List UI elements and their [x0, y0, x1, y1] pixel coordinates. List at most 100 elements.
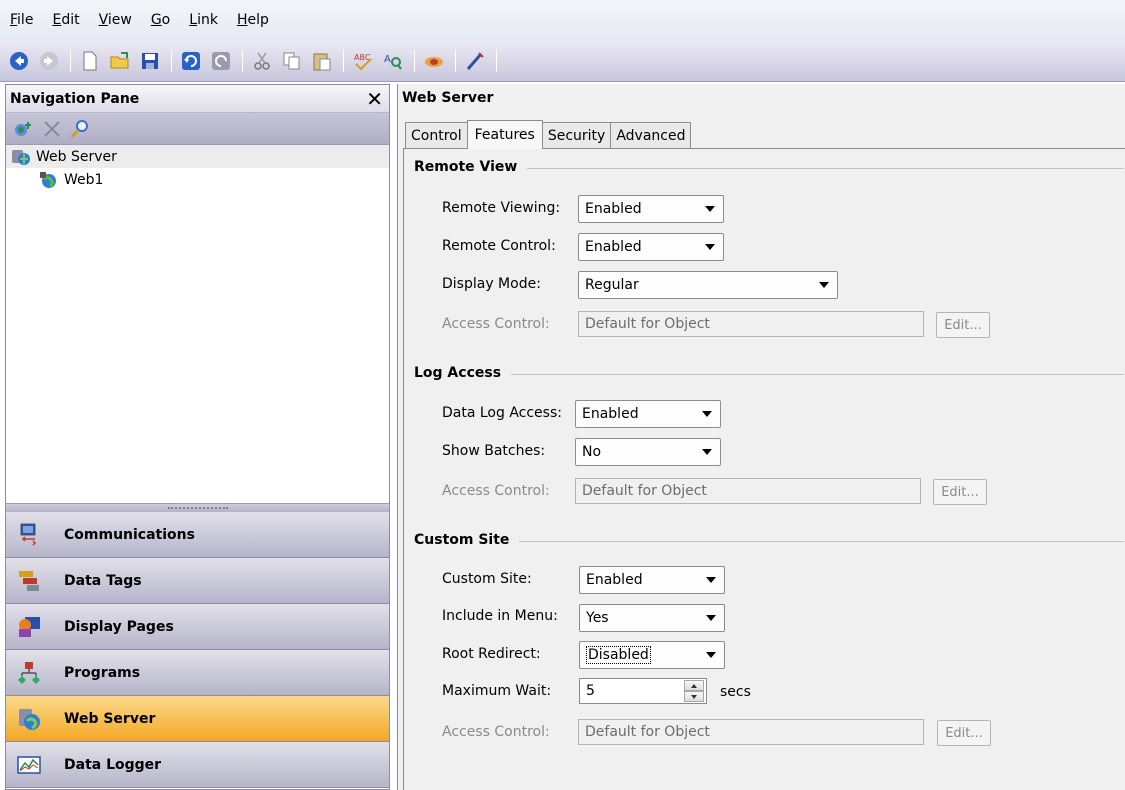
globe-icon	[38, 170, 60, 190]
handshake-icon[interactable]	[423, 50, 445, 72]
tree-item-web-server[interactable]: Web Server	[6, 145, 389, 168]
include-in-menu-label: Include in Menu:	[442, 608, 558, 624]
forward-icon[interactable]	[38, 50, 60, 72]
programs-icon	[16, 660, 42, 686]
access-control-field: Default for Object	[578, 311, 924, 337]
chevron-down-icon	[705, 206, 715, 212]
edit-button[interactable]: Edit...	[936, 312, 990, 338]
toolbar: ABC A	[0, 40, 1125, 82]
spellcheck-icon[interactable]: ABC	[352, 50, 374, 72]
close-icon[interactable]: ✕	[366, 89, 383, 109]
svg-text:A: A	[384, 54, 391, 65]
open-folder-icon[interactable]	[109, 50, 131, 72]
menu-file[interactable]: File	[10, 12, 33, 28]
nav-button-web-server[interactable]: Web Server	[6, 696, 389, 742]
select-value: Enabled	[585, 239, 642, 255]
nav-button-data-tags[interactable]: Data Tags	[6, 558, 389, 604]
maximum-wait-stepper[interactable]: 5	[579, 678, 707, 704]
web-server-icon	[16, 706, 42, 732]
new-file-icon[interactable]	[79, 50, 101, 72]
remote-control-select[interactable]: Enabled	[578, 233, 724, 261]
tree-item-web1[interactable]: Web1	[6, 168, 389, 191]
navigation-pane-header: Navigation Pane ✕	[6, 85, 389, 113]
add-item-icon[interactable]	[12, 118, 36, 140]
toolbar-separator	[455, 49, 456, 72]
pane-title: Web Server	[402, 90, 494, 106]
custom-site-select[interactable]: Enabled	[579, 566, 725, 594]
nav-button-label: Display Pages	[64, 618, 174, 635]
nav-button-communications[interactable]: Communications	[6, 512, 389, 558]
save-icon[interactable]	[139, 50, 161, 72]
back-icon[interactable]	[8, 50, 30, 72]
select-value: Yes	[586, 610, 609, 626]
communications-icon	[16, 522, 42, 548]
section-title-log-access: Log Access	[414, 365, 512, 381]
stepper-buttons	[684, 680, 704, 702]
show-batches-select[interactable]: No	[575, 438, 721, 466]
include-in-menu-select[interactable]: Yes	[579, 604, 725, 632]
nav-button-programs[interactable]: Programs	[6, 650, 389, 696]
section-divider	[424, 541, 1124, 542]
remote-control-label: Remote Control:	[442, 238, 556, 254]
navigation-pane-title: Navigation Pane	[10, 90, 140, 107]
data-logger-icon	[16, 752, 42, 778]
edit-button[interactable]: Edit...	[937, 720, 991, 746]
tab-bar: Control Features Security Advanced	[405, 120, 692, 149]
chevron-down-icon	[706, 652, 716, 658]
nav-button-label: Web Server	[64, 710, 156, 727]
navigation-pane: Navigation Pane ✕ Web Server Web1 Commun…	[5, 84, 390, 790]
menu-help[interactable]: Help	[237, 12, 269, 28]
copy-icon[interactable]	[281, 50, 303, 72]
remote-viewing-select[interactable]: Enabled	[578, 195, 724, 223]
select-value: Enabled	[586, 572, 643, 588]
access-control-field: Default for Object	[578, 719, 924, 745]
navigation-tree: Web Server Web1	[6, 145, 389, 500]
nav-button-display-pages[interactable]: Display Pages	[6, 604, 389, 650]
section-divider	[424, 374, 1124, 375]
tree-item-label: Web Server	[36, 148, 117, 165]
menu-edit[interactable]: Edit	[52, 12, 79, 28]
tab-features[interactable]: Features	[466, 120, 543, 149]
access-control-label: Access Control:	[442, 483, 550, 499]
navigation-buttons: Communications Data Tags Display Pages P…	[6, 512, 389, 788]
edit-button[interactable]: Edit...	[933, 479, 987, 505]
search-icon[interactable]	[68, 118, 92, 140]
splitter-grip	[167, 507, 228, 509]
toolbar-separator	[343, 49, 344, 72]
nav-button-label: Communications	[64, 526, 195, 543]
paste-icon[interactable]	[311, 50, 333, 72]
redo-icon[interactable]	[210, 50, 232, 72]
nav-button-data-logger[interactable]: Data Logger	[6, 742, 389, 788]
data-log-access-label: Data Log Access:	[442, 405, 562, 421]
delete-icon[interactable]	[40, 118, 64, 140]
nav-button-label: Data Logger	[64, 756, 162, 773]
tab-security[interactable]: Security	[541, 122, 612, 148]
data-log-access-select[interactable]: Enabled	[575, 400, 721, 428]
display-pages-icon	[16, 614, 42, 640]
cut-icon[interactable]	[251, 50, 273, 72]
decrement-icon[interactable]	[684, 691, 704, 702]
select-value: No	[582, 444, 602, 460]
root-redirect-select[interactable]: Disabled	[579, 641, 725, 669]
display-mode-label: Display Mode:	[442, 276, 541, 292]
tab-advanced[interactable]: Advanced	[610, 122, 692, 148]
section-title-remote-view: Remote View	[414, 159, 528, 175]
toolbar-separator	[414, 49, 415, 72]
toolbar-separator	[70, 49, 71, 72]
undo-icon[interactable]	[180, 50, 202, 72]
menu-bar: File Edit View Go Link Help	[0, 0, 1125, 40]
menu-view[interactable]: View	[99, 12, 132, 28]
menu-go[interactable]: Go	[151, 12, 170, 28]
chevron-down-icon	[705, 244, 715, 250]
select-value: Enabled	[585, 201, 642, 217]
menu-link[interactable]: Link	[189, 12, 218, 28]
increment-icon[interactable]	[684, 680, 704, 691]
display-mode-select[interactable]: Regular	[578, 271, 838, 299]
pane-splitter[interactable]	[6, 503, 389, 512]
find-replace-icon[interactable]: A	[382, 50, 404, 72]
tab-control[interactable]: Control	[405, 122, 468, 148]
wand-icon[interactable]	[464, 50, 486, 72]
navigation-tools	[6, 113, 389, 145]
toolbar-separator	[242, 49, 243, 72]
root-redirect-label: Root Redirect:	[442, 646, 541, 662]
